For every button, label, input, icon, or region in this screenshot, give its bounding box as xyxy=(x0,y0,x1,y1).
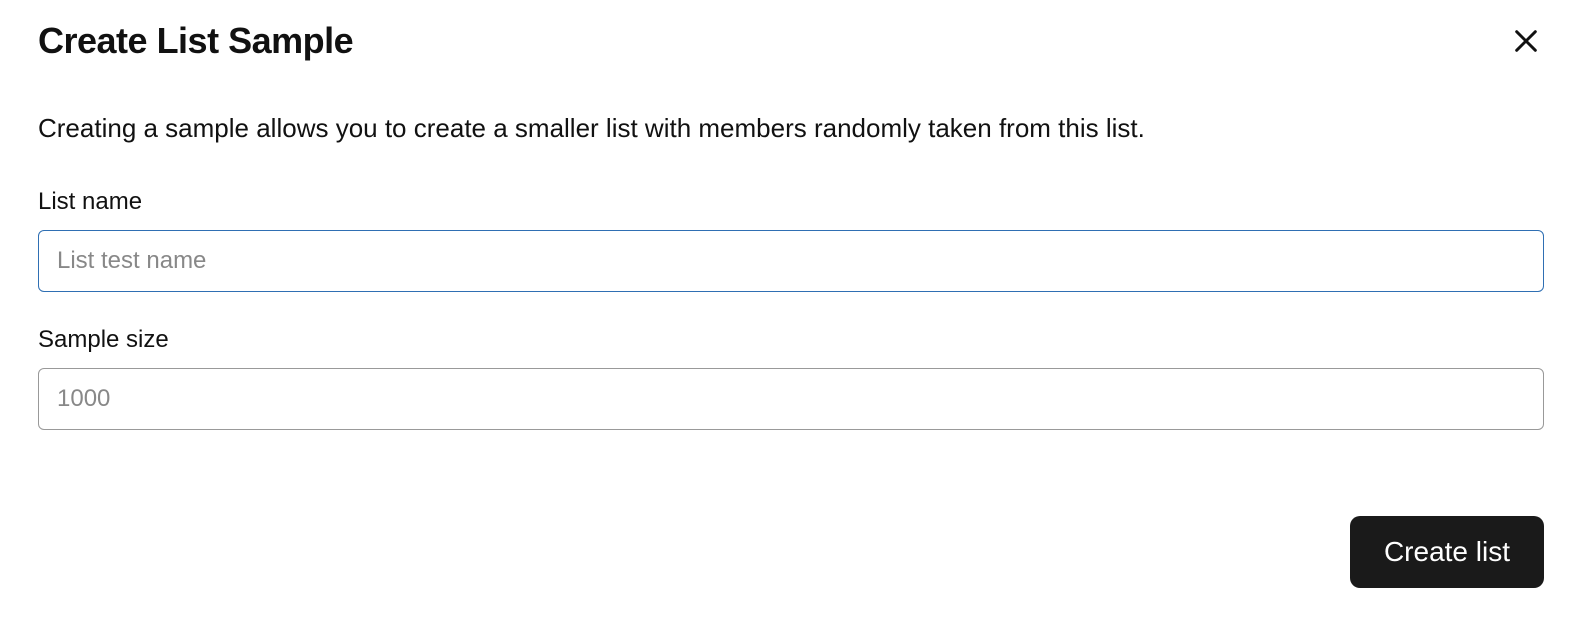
dialog-header: Create List Sample xyxy=(38,20,1544,62)
dialog-title: Create List Sample xyxy=(38,20,353,62)
list-name-group: List name xyxy=(38,188,1544,292)
close-icon xyxy=(1512,27,1540,55)
list-name-input[interactable] xyxy=(38,230,1544,292)
dialog-footer: Create list xyxy=(1350,516,1544,588)
sample-size-input[interactable] xyxy=(38,368,1544,430)
dialog-description: Creating a sample allows you to create a… xyxy=(38,110,1544,146)
create-list-button[interactable]: Create list xyxy=(1350,516,1544,588)
close-button[interactable] xyxy=(1508,23,1544,59)
sample-size-label: Sample size xyxy=(38,326,1544,354)
sample-size-group: Sample size xyxy=(38,326,1544,430)
list-name-label: List name xyxy=(38,188,1544,216)
